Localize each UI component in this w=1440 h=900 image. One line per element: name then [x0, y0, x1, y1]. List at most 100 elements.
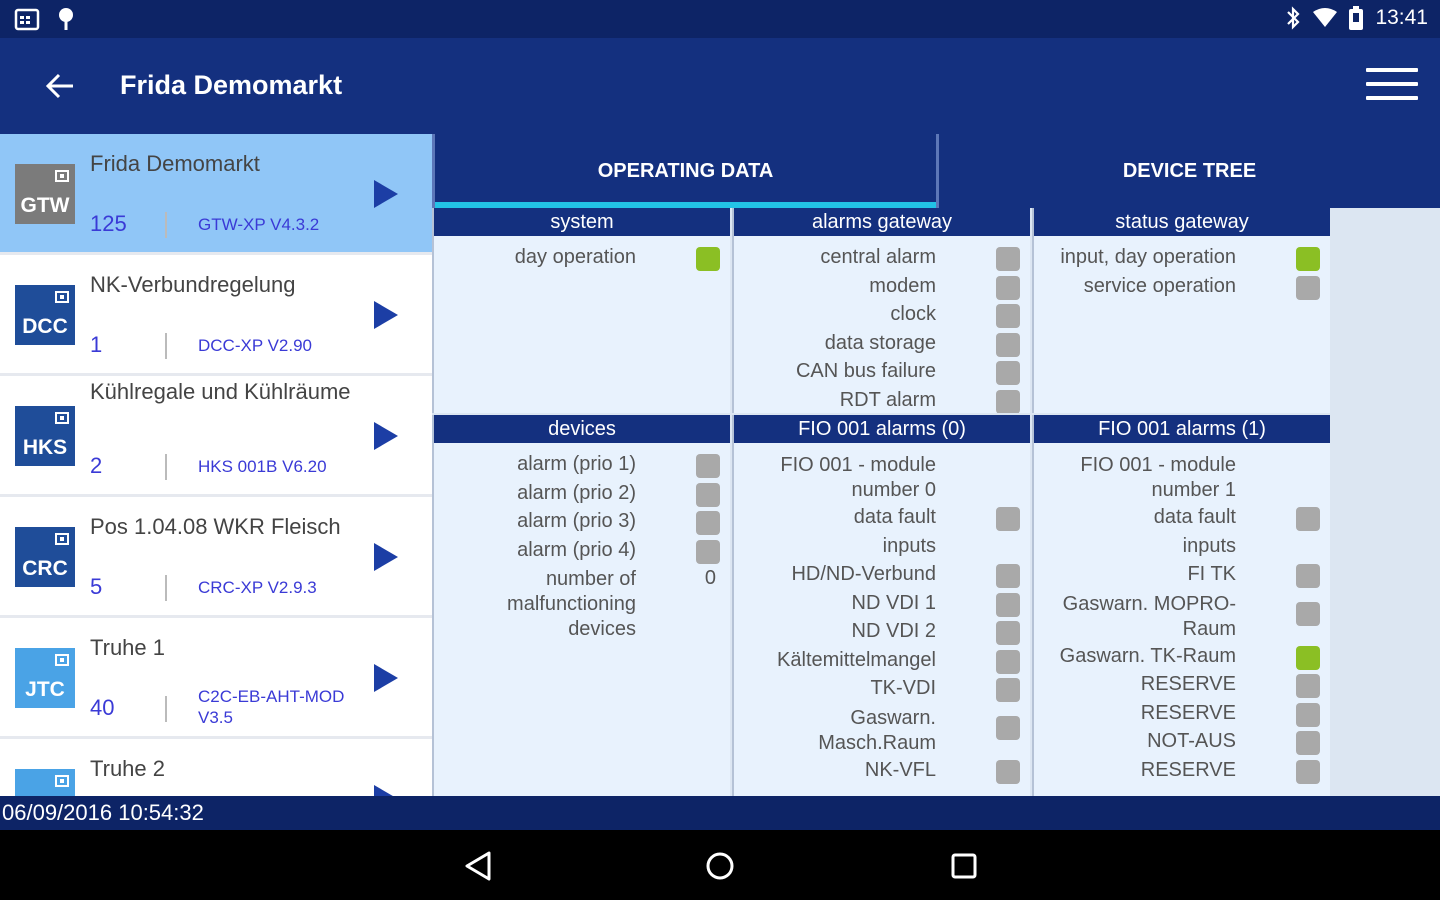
status-row: Gaswarn. Masch.Raum [734, 704, 1030, 757]
status-indicator [996, 759, 1020, 784]
device-item-dcc[interactable]: DCC NK-Verbundregelung 1 DCC-XP V2.90 [0, 255, 432, 373]
module-label-row: FIO 001 - module number 0 [780, 454, 936, 501]
device-item-hks[interactable]: HKS Kühlregale und Kühlräume 2 HKS 001B … [0, 376, 432, 494]
status-indicator [1296, 759, 1320, 784]
divider [165, 575, 167, 601]
device-version: DCC-XP V2.90 [198, 336, 313, 355]
device-item-truhe2[interactable]: Truhe 2 [0, 739, 432, 796]
status-indicator [996, 361, 1020, 385]
device-number: 1 [90, 332, 103, 357]
status-indicator [696, 539, 720, 564]
status-bar: 13:41 [0, 0, 1440, 38]
play-arrow-icon[interactable] [374, 664, 398, 692]
panel-title: FIO 001 alarms (1) [1034, 415, 1330, 443]
status-indicator [996, 592, 1020, 617]
status-row: RESERVE [1034, 671, 1330, 700]
battery-icon [1349, 6, 1364, 30]
system-navigation-bar [0, 830, 1440, 900]
device-name: NK-Verbundregelung [90, 272, 296, 297]
play-arrow-icon[interactable] [374, 422, 398, 450]
status-row: data storage [734, 330, 1030, 359]
device-item-gtw[interactable]: GTW Frida Demomarkt 125 GTW-XP V4.3.2 [0, 134, 432, 252]
gateway-device-icon: GTW [15, 164, 75, 224]
controller-device-icon: HKS [15, 406, 75, 466]
status-indicator [996, 389, 1020, 413]
status-indicator [696, 511, 720, 535]
panel-devices: devices alarm (prio 1) alarm (prio 2) al… [432, 415, 730, 796]
status-row: CAN bus failure [734, 358, 1030, 387]
status-row: data fault [1034, 504, 1330, 533]
device-item-jtc[interactable]: JTC Truhe 1 40 C2C-EB-AHT-MOD V3.5 [0, 618, 432, 736]
status-indicator [996, 275, 1020, 300]
module-label-row: FIO 001 - module number 1 [1080, 454, 1236, 501]
clock: 13:41 [1375, 6, 1428, 29]
status-indicator [1296, 247, 1320, 271]
device-version: HKS 001B V6.20 [198, 457, 327, 476]
status-row: TK-VDI [734, 675, 1030, 704]
device-list[interactable]: GTW Frida Demomarkt 125 GTW-XP V4.3.2 DC… [0, 134, 432, 796]
status-indicator [1296, 564, 1320, 588]
status-indicator [696, 247, 720, 271]
status-row: modem [734, 273, 1030, 302]
status-indicator [1296, 731, 1320, 755]
malfunction-count: 0 [704, 567, 716, 589]
tab-bar: OPERATING DATA DEVICE TREE [432, 134, 1440, 208]
app-bar: Frida Demomarkt [0, 38, 1440, 134]
panel-system: system day operation [432, 208, 730, 413]
status-row: HD/ND-Verbund [734, 561, 1030, 590]
hamburger-icon [1366, 68, 1418, 72]
nav-recents-button[interactable] [946, 848, 982, 884]
arrow-back-icon [45, 73, 73, 99]
timestamp-bar: 06/09/2016 10:54:32 [0, 796, 1440, 830]
status-row: data fault [734, 504, 1030, 533]
controller-device-icon: CRC [15, 527, 75, 587]
status-indicator [1296, 507, 1320, 531]
panel-title: status gateway [1034, 208, 1330, 236]
status-indicator [996, 247, 1020, 271]
status-indicator [996, 715, 1020, 740]
status-row: clock [734, 301, 1030, 330]
tab-device-tree[interactable]: DEVICE TREE [936, 134, 1440, 208]
status-indicator [996, 332, 1020, 357]
play-arrow-icon[interactable] [374, 180, 398, 208]
status-indicator [996, 304, 1020, 328]
wifi-icon [1313, 8, 1338, 27]
play-arrow-icon[interactable] [374, 785, 398, 796]
status-row: input, day operation [1034, 244, 1330, 273]
status-row: day operation [434, 244, 730, 273]
status-indicator [996, 621, 1020, 645]
back-button[interactable] [40, 66, 80, 106]
status-row: alarm (prio 1) [434, 451, 730, 480]
status-row: central alarm [734, 244, 1030, 273]
play-arrow-icon[interactable] [374, 543, 398, 571]
play-arrow-icon[interactable] [374, 301, 398, 329]
nav-back-button[interactable] [460, 848, 496, 884]
circle-home-icon [706, 852, 734, 880]
panel-title: system [434, 208, 730, 236]
section-label-row: inputs [882, 534, 936, 557]
operating-data-panels[interactable]: system day operation alarms gateway cent… [432, 208, 1440, 796]
status-indicator [696, 454, 720, 478]
device-name: Pos 1.04.08 WKR Fleisch [90, 514, 341, 539]
status-indicator [1296, 702, 1320, 727]
status-row: RDT alarm [734, 387, 1030, 413]
status-row: Kältemittelmangel [734, 647, 1030, 676]
device-name: Frida Demomarkt [90, 151, 260, 176]
device-number: 125 [90, 211, 127, 236]
device-number: 40 [90, 695, 115, 720]
tab-operating-data[interactable]: OPERATING DATA [432, 134, 936, 208]
notification-pin-icon [59, 8, 73, 30]
status-row: ND VDI 2 [734, 618, 1030, 647]
status-row: alarm (prio 3) [434, 508, 730, 537]
panel-fio-alarms-1: FIO 001 alarms (1) FIO 001 - module numb… [1032, 415, 1330, 796]
status-row: RESERVE [1034, 757, 1330, 786]
device-item-crc[interactable]: CRC Pos 1.04.08 WKR Fleisch 5 CRC-XP V2.… [0, 497, 432, 615]
menu-button[interactable] [1366, 68, 1418, 104]
status-row: alarm (prio 4) [434, 537, 730, 566]
nav-home-button[interactable] [702, 848, 738, 884]
divider [165, 454, 167, 480]
section-label-row: inputs [1182, 534, 1236, 557]
device-number: 2 [90, 453, 103, 478]
panel-title: alarms gateway [734, 208, 1030, 236]
device-version: GTW-XP V4.3.2 [198, 215, 320, 234]
